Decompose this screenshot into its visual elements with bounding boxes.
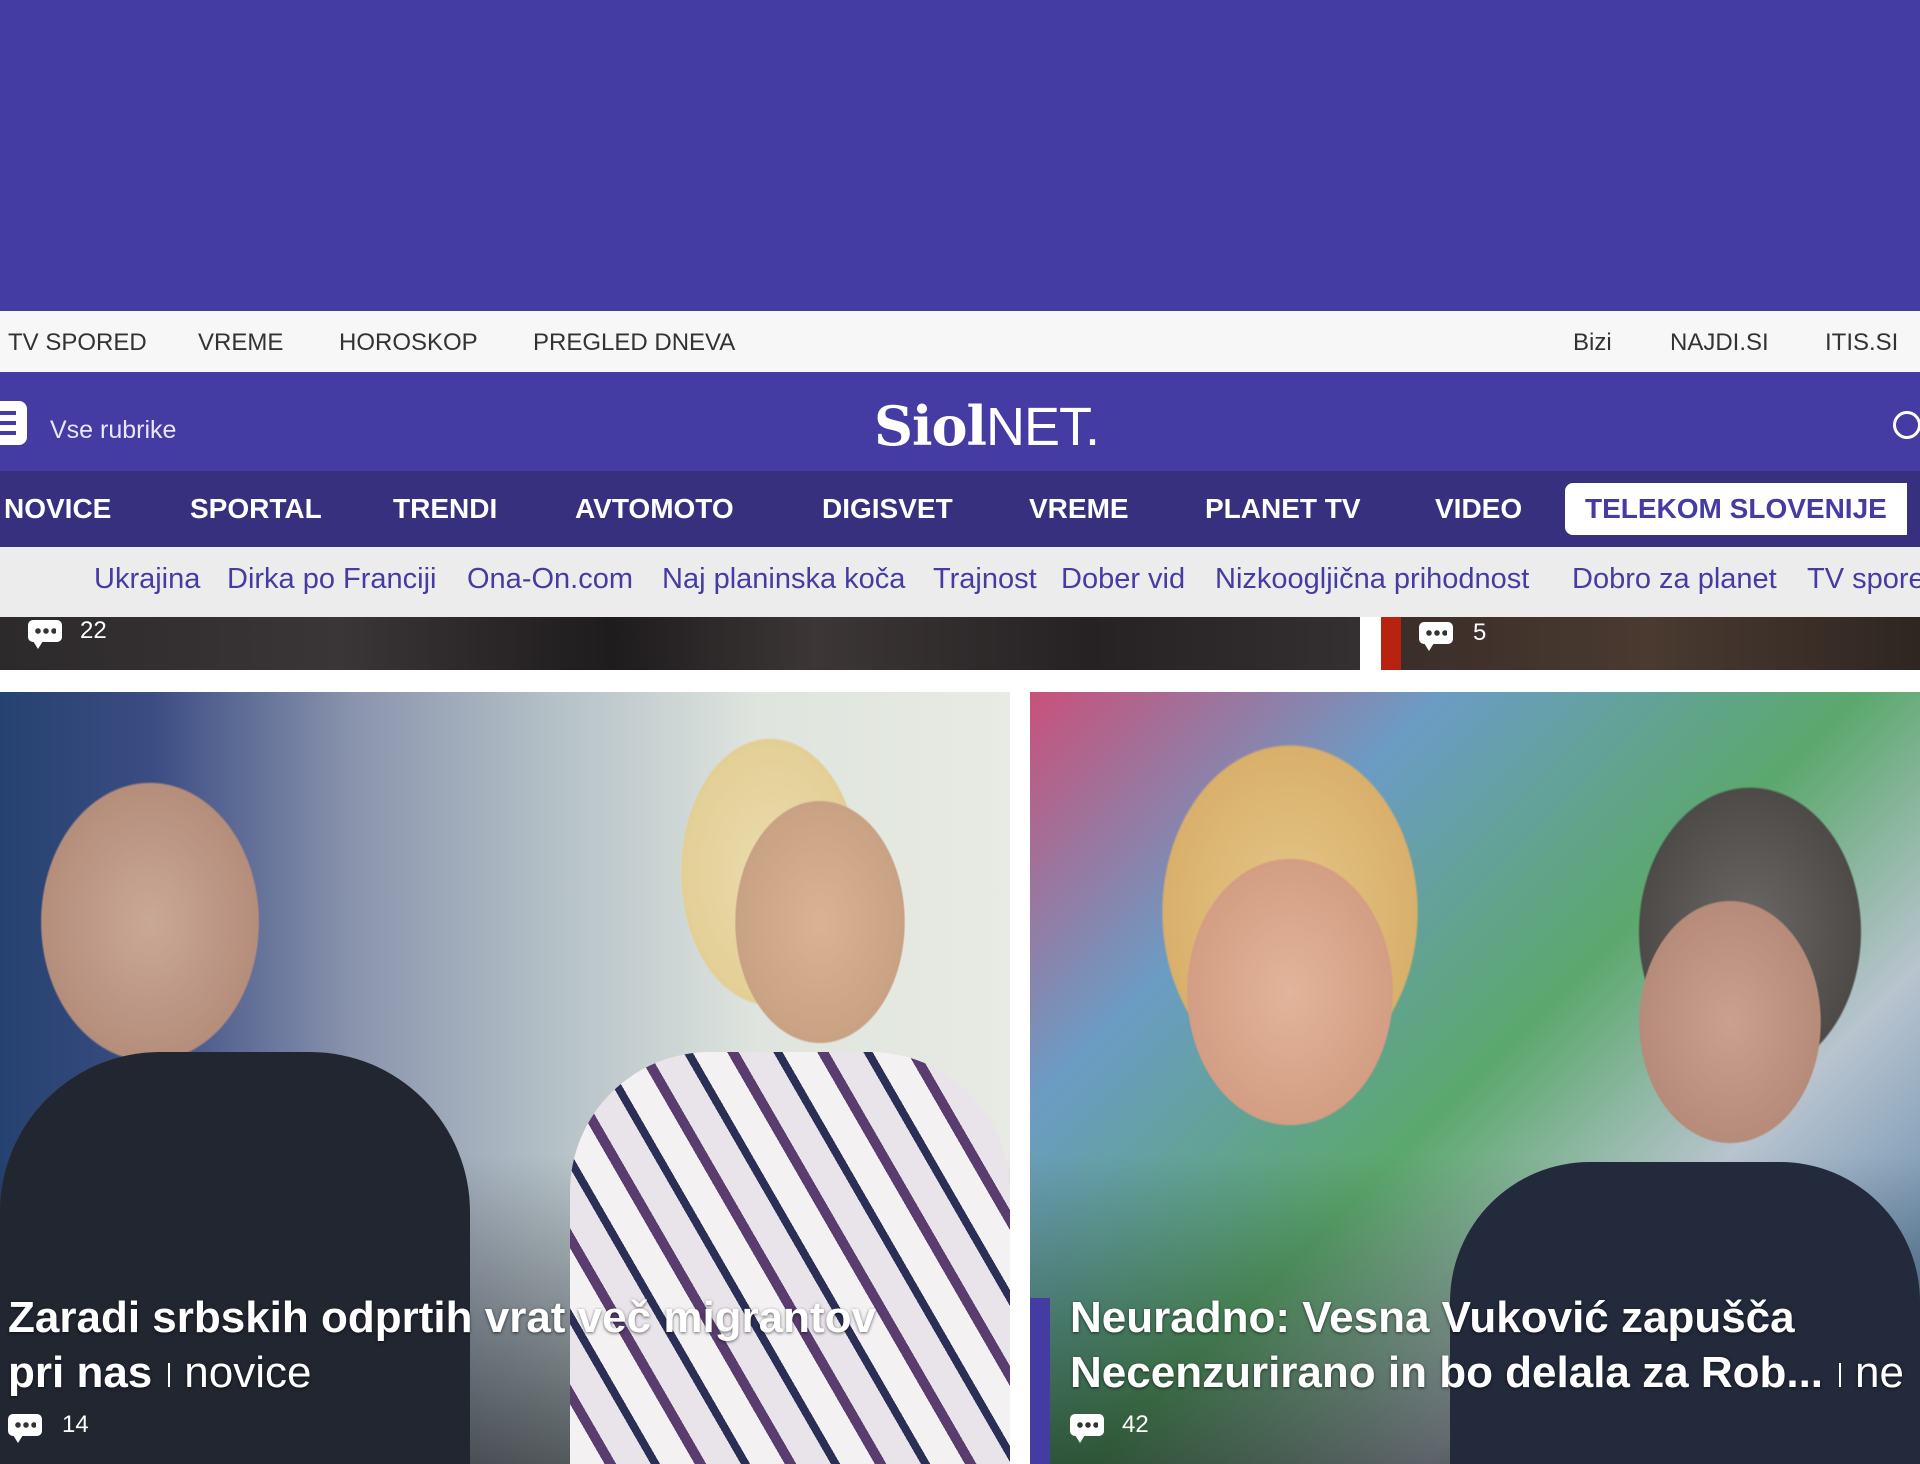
nav-item-video[interactable]: VIDEO [1435,493,1522,525]
topic-link[interactable]: TV spore [1807,563,1920,596]
article-card[interactable]: Zaradi srbskih odprtih vrat več migranto… [0,692,1010,1464]
article-title[interactable]: Zaradi srbskih odprtih vrat več migranto… [8,1290,998,1400]
article-title[interactable]: Neuradno: Vesna Vuković zapušča Necenzur… [1070,1290,1920,1400]
nav-item-telekom-slovenije[interactable]: TELEKOM SLOVENIJE [1565,483,1907,535]
comment-count: 5 [1473,619,1487,646]
logo-bold-text: Siol [874,394,987,458]
comment-count: 14 [62,1411,89,1438]
utility-nav: TV SPORED VREME HOROSKOP PREGLED DNEVA B… [0,311,1920,372]
util-link-vreme[interactable]: VREME [198,329,283,357]
title-line-2: Necenzurirano in bo delala za Rob... [1070,1348,1824,1397]
nav-item-sportal[interactable]: SPORTAL [190,493,322,525]
article-card[interactable]: Neuradno: Vesna Vuković zapušča Necenzur… [1030,692,1920,1464]
util-link-tv-spored[interactable]: TV SPORED [8,329,147,357]
topic-link[interactable]: Dober vid [1061,563,1185,596]
comment-count: 42 [1122,1411,1149,1438]
util-link-horoskop[interactable]: HOROSKOP [339,329,478,357]
nav-item-trendi[interactable]: TRENDI [393,493,497,525]
topic-bar: Ukrajina Dirka po Franciji Ona-On.com Na… [0,547,1920,617]
nav-item-planet-tv[interactable]: PLANET TV [1205,493,1361,525]
logo-light-text: NET. [986,397,1100,457]
site-header: Vse rubrike SiolNET. [0,372,1920,471]
article-category: novice [184,1348,312,1397]
search-icon[interactable] [1893,411,1920,439]
title-line-1: Zaradi srbskih odprtih vrat več migranto… [8,1293,877,1342]
topic-link[interactable]: Nizkoogljična prihodnost [1215,563,1529,596]
comment-icon [1070,1414,1104,1443]
comment-icon [28,620,62,649]
nav-item-vreme[interactable]: VREME [1029,493,1129,525]
category-accent-bar [1030,1298,1050,1464]
article-teaser-previous-right[interactable]: 5 [1381,617,1920,670]
util-link-itis[interactable]: ITIS.SI [1825,329,1898,357]
title-line-2: pri nas [8,1348,153,1397]
comment-icon [1419,622,1453,651]
main-nav: NOVICE SPORTAL TRENDI AVTOMOTO DIGISVET … [0,471,1920,547]
topic-link[interactable]: Ona-On.com [467,563,633,596]
article-teaser-previous[interactable]: 22 [0,617,1360,670]
article-category: ne [1855,1348,1904,1397]
util-link-pregled-dneva[interactable]: PREGLED DNEVA [533,329,735,357]
category-accent-bar [1381,617,1401,670]
nav-item-avtomoto[interactable]: AVTOMOTO [575,493,734,525]
topic-link[interactable]: Naj planinska koča [662,563,905,596]
all-sections-link[interactable]: Vse rubrike [50,416,176,445]
util-link-bizi[interactable]: Bizi [1573,329,1612,357]
nav-item-novice[interactable]: NOVICE [4,493,111,525]
ad-banner[interactable] [0,0,1920,311]
topic-link[interactable]: Trajnost [933,563,1037,596]
comment-count: 22 [80,617,107,644]
title-line-1: Neuradno: Vesna Vuković zapušča [1070,1293,1795,1342]
site-logo[interactable]: SiolNET. [874,394,1100,458]
util-link-najdi[interactable]: NAJDI.SI [1670,329,1769,357]
topic-link[interactable]: Ukrajina [94,563,200,596]
nav-item-digisvet[interactable]: DIGISVET [822,493,953,525]
topic-link[interactable]: Dobro za planet [1572,563,1777,596]
hamburger-menu-icon[interactable] [0,401,27,445]
comment-icon [8,1414,42,1443]
topic-link[interactable]: Dirka po Franciji [227,563,437,596]
